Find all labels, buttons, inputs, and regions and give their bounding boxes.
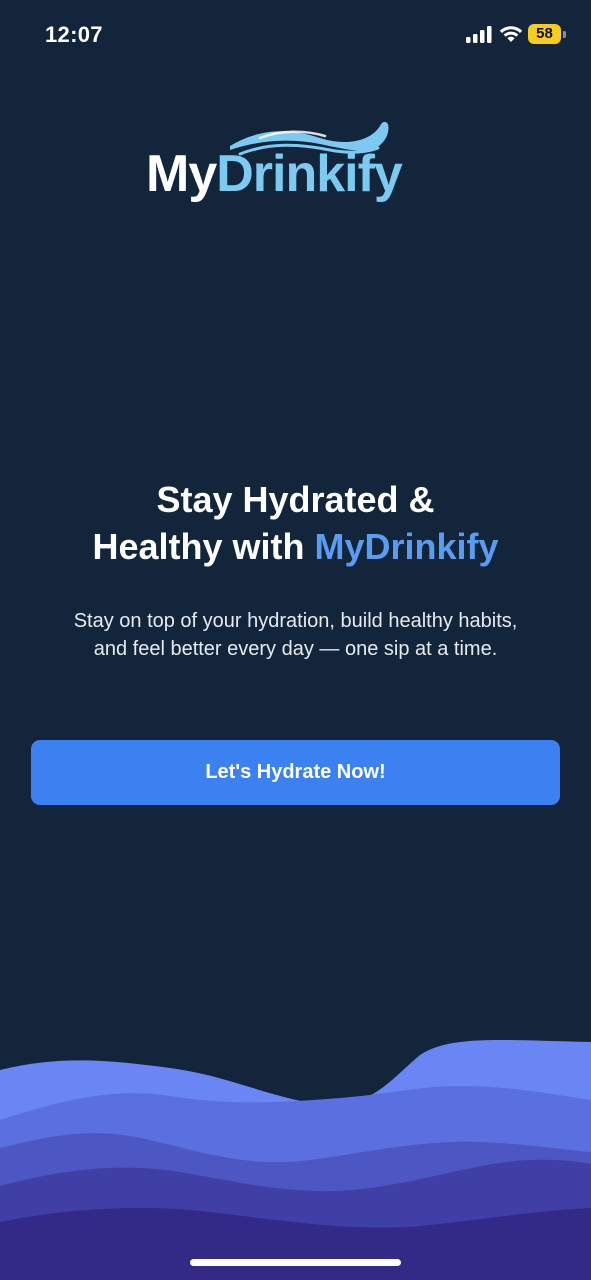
page-title: Stay Hydrated & Healthy with MyDrinkify: [0, 476, 591, 570]
status-time: 12:07: [45, 22, 103, 47]
headline-line-1: Stay Hydrated &: [156, 479, 435, 520]
signal-icon: [466, 26, 492, 43]
headline-accent: MyDrinkify: [314, 526, 499, 567]
logo-text-drinkify: Drinkify: [216, 145, 403, 203]
wifi-icon: [499, 26, 523, 42]
battery-level: 58: [536, 25, 553, 42]
status-bar: 12:07 58: [0, 0, 591, 72]
logo-text: MyDrinkify: [146, 144, 403, 204]
decorative-waves: [0, 1039, 591, 1280]
battery-icon: 58: [528, 24, 567, 44]
lets-hydrate-button[interactable]: Let's Hydrate Now!: [31, 740, 560, 805]
onboarding-screen: 12:07 58 MyDrinkify Stay Hydrated & Heal…: [0, 0, 591, 1280]
subtitle: Stay on top of your hydration, build hea…: [20, 607, 571, 663]
headline-line-2: Healthy with MyDrinkify: [0, 523, 591, 570]
battery-cap: [563, 31, 566, 38]
headline-line-2-prefix: Healthy with: [92, 526, 315, 567]
subtitle-line-1: Stay on top of your hydration, build hea…: [73, 610, 518, 632]
logo-text-my: My: [146, 145, 217, 203]
subtitle-line-2: and feel better every day — one sip at a…: [93, 638, 498, 660]
home-indicator[interactable]: [190, 1259, 401, 1266]
app-logo: MyDrinkify: [140, 118, 450, 208]
